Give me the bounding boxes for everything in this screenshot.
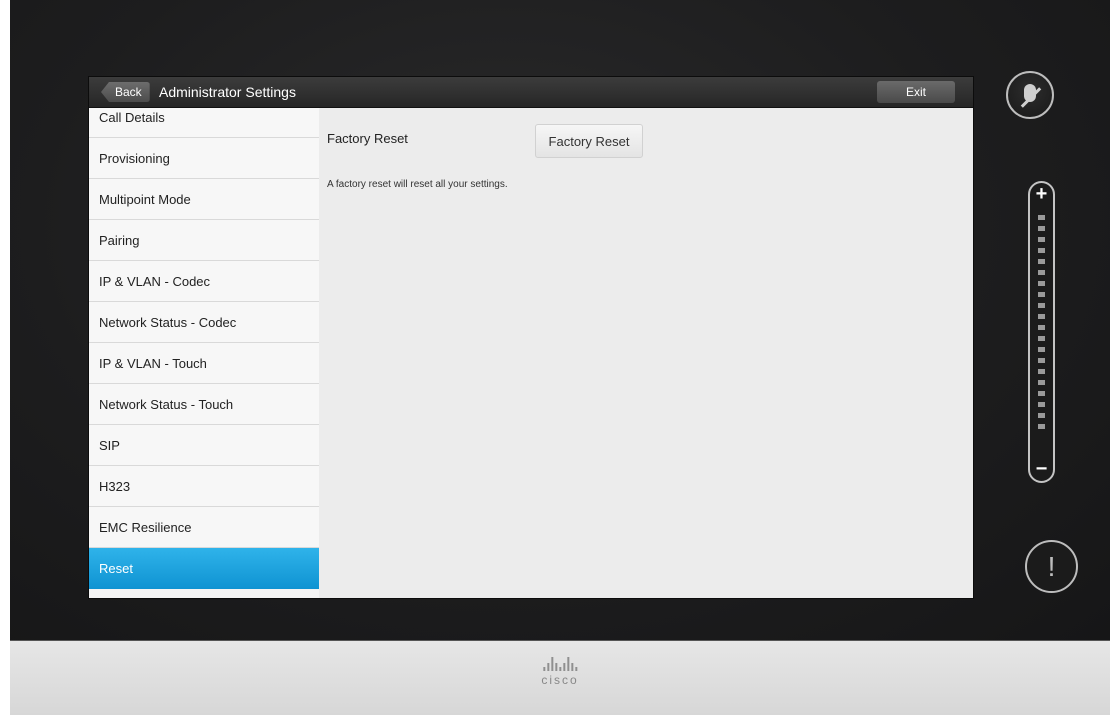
factory-reset-button[interactable]: Factory Reset	[535, 124, 643, 158]
back-button[interactable]: Back	[101, 82, 150, 102]
page-title: Administrator Settings	[159, 84, 296, 100]
volume-down-icon[interactable]: −	[1036, 458, 1048, 481]
sidebar-item-ip-vlan-codec[interactable]: IP & VLAN - Codec	[89, 261, 319, 302]
mute-microphone-button[interactable]	[1006, 71, 1054, 119]
sidebar-item-network-status-touch[interactable]: Network Status - Touch	[89, 384, 319, 425]
sidebar-item-reset[interactable]: Reset	[89, 548, 319, 589]
sidebar-item-sip[interactable]: SIP	[89, 425, 319, 466]
factory-reset-description: A factory reset will reset all your sett…	[327, 179, 508, 190]
cisco-bars-icon	[541, 657, 578, 671]
sidebar-item-provisioning[interactable]: Provisioning	[89, 138, 319, 179]
volume-up-icon[interactable]: +	[1036, 183, 1048, 206]
sidebar-item-h323[interactable]: H323	[89, 466, 319, 507]
administrator-settings-window: Back Administrator Settings Exit Call De…	[89, 77, 973, 598]
volume-slider[interactable]: + −	[1028, 181, 1055, 483]
sidebar-item-ip-vlan-touch[interactable]: IP & VLAN - Touch	[89, 343, 319, 384]
sidebar-item-pairing[interactable]: Pairing	[89, 220, 319, 261]
touch-panel-device: Back Administrator Settings Exit Call De…	[10, 0, 1110, 715]
exit-button[interactable]: Exit	[877, 81, 955, 103]
device-bezel: cisco	[10, 640, 1110, 715]
sidebar-item-network-status-codec[interactable]: Network Status - Codec	[89, 302, 319, 343]
cisco-wordmark: cisco	[541, 673, 579, 687]
volume-level-ticks	[1038, 215, 1045, 435]
settings-content: Factory Reset Factory Reset A factory re…	[319, 108, 973, 598]
sidebar-item-multipoint-mode[interactable]: Multipoint Mode	[89, 179, 319, 220]
settings-sidebar: Call Details Provisioning Multipoint Mod…	[89, 108, 319, 598]
alert-button[interactable]: !	[1025, 540, 1078, 593]
cisco-logo: cisco	[541, 657, 578, 687]
title-bar: Back Administrator Settings Exit	[89, 77, 973, 108]
exclamation-icon: !	[1047, 551, 1056, 582]
sidebar-item-emc-resilience[interactable]: EMC Resilience	[89, 507, 319, 548]
sidebar-item-call-details[interactable]: Call Details	[89, 108, 319, 138]
factory-reset-label: Factory Reset	[327, 131, 408, 146]
